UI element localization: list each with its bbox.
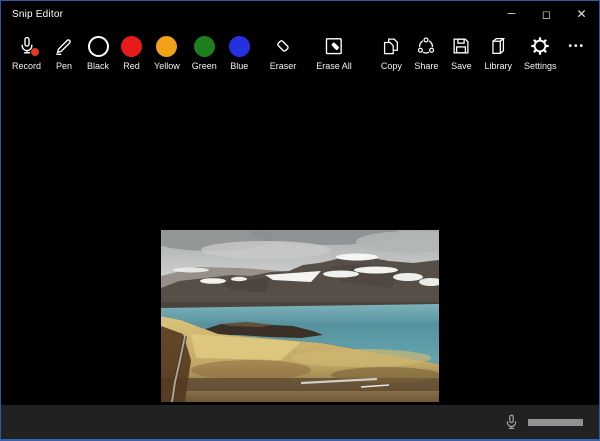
color-black-label: Black [87,61,110,71]
eraser-icon [272,33,294,59]
more-options-button[interactable]: ••• [562,28,591,59]
record-button[interactable]: Record [6,28,47,71]
green-color-swatch-icon [193,35,215,57]
erase-all-button[interactable]: Erase All [310,28,358,71]
library-icon [487,33,509,59]
settings-label: Settings [523,61,557,71]
window-controls: ─ ◻ ✕ [494,1,599,27]
erase-all-label: Erase All [316,61,352,71]
eraser-button[interactable]: Eraser [264,28,303,71]
toolbar: Record Pen Black Red Yellow Green Blue E… [1,28,599,80]
toolbar-left-group: Record Pen Black Red Yellow Green Blue E… [1,28,358,71]
copy-icon [380,33,402,59]
color-green-button[interactable]: Green [186,28,223,71]
color-yellow-label: Yellow [154,61,180,71]
color-blue-button[interactable]: Blue [223,28,256,71]
title-bar: Snip Editor ─ ◻ ✕ [1,1,599,27]
blue-color-swatch-icon [228,35,250,57]
color-blue-label: Blue [230,61,249,71]
maximize-button[interactable]: ◻ [529,1,564,27]
copy-button[interactable]: Copy [374,28,408,71]
save-label: Save [451,61,472,71]
share-icon [415,33,437,59]
color-red-button[interactable]: Red [115,28,148,71]
library-button[interactable]: Library [478,28,518,71]
share-label: Share [414,61,439,71]
color-black-button[interactable]: Black [81,28,115,71]
record-label: Record [12,61,42,71]
share-button[interactable]: Share [408,28,444,71]
gear-icon [529,33,551,59]
black-color-swatch-icon [87,35,109,57]
editing-canvas[interactable]: TheWindowsClub [2,80,598,404]
erase-all-icon [323,33,345,59]
pen-icon [53,33,75,59]
color-yellow-button[interactable]: Yellow [148,28,186,71]
toolbar-right-group: Copy Share Save Library Settings ••• [374,28,599,71]
library-label: Library [484,61,512,71]
snip-photo[interactable] [161,230,439,402]
record-red-dot-icon [30,48,39,56]
status-bar [1,405,599,439]
snip-editor-window: Snip Editor ─ ◻ ✕ Record Pen Black Red Y… [0,0,600,441]
minimize-button[interactable]: ─ [494,1,529,27]
ellipsis-icon: ••• [568,40,585,52]
save-icon [450,33,472,59]
red-color-swatch-icon [121,35,143,57]
pen-label: Pen [56,61,73,71]
color-red-label: Red [123,61,140,71]
settings-button[interactable]: Settings [518,28,563,71]
yellow-color-swatch-icon [156,35,178,57]
audio-level-slider[interactable] [528,418,583,426]
mic-volume-icon [502,413,521,432]
copy-label: Copy [380,61,402,71]
window-title: Snip Editor [12,8,64,20]
eraser-label: Eraser [269,61,297,71]
save-button[interactable]: Save [444,28,478,71]
close-button[interactable]: ✕ [564,1,599,27]
color-green-label: Green [191,61,217,71]
pen-button[interactable]: Pen [47,28,81,71]
microphone-icon [16,33,39,59]
